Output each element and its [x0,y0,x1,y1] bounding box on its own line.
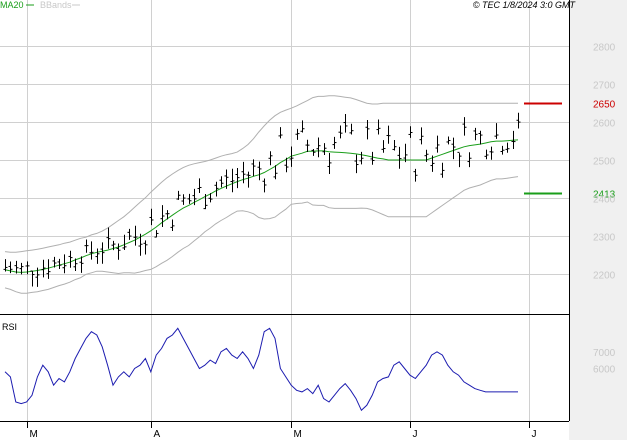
y-tick-label-2500: 2500 [593,157,616,168]
level-label-2650: 2650 [593,100,616,111]
legend-ma20: MA20 [0,0,24,10]
y-tick-label-2200: 2200 [593,271,616,282]
rsi-title: RSI [2,322,17,332]
stock-chart: 26502413 2200230024002500260027002800600… [0,0,627,440]
y-tick-label-2400: 2400 [593,195,616,206]
chart-background [0,0,627,440]
y-tick-label-2800: 2800 [593,43,616,54]
y-tick-label-2600: 2600 [593,119,616,130]
x-tick-label-J: J [413,429,418,440]
x-tick-label-M: M [294,429,302,440]
x-tick-label-J: J [532,429,537,440]
x-tick-label-M: M [30,429,38,440]
copyright-text: © TEC 1/8/2024 3:0 GMT [473,0,577,10]
y-tick-label-2700: 2700 [593,81,616,92]
legend-bbands: BBands [40,0,72,10]
rsi-tick-label-70: 7000 [593,348,616,359]
chart-svg: 26502413 2200230024002500260027002800600… [0,0,627,440]
x-tick-label-A: A [154,429,161,440]
y-tick-label-2300: 2300 [593,233,616,244]
rsi-tick-label-60: 6000 [593,365,616,376]
